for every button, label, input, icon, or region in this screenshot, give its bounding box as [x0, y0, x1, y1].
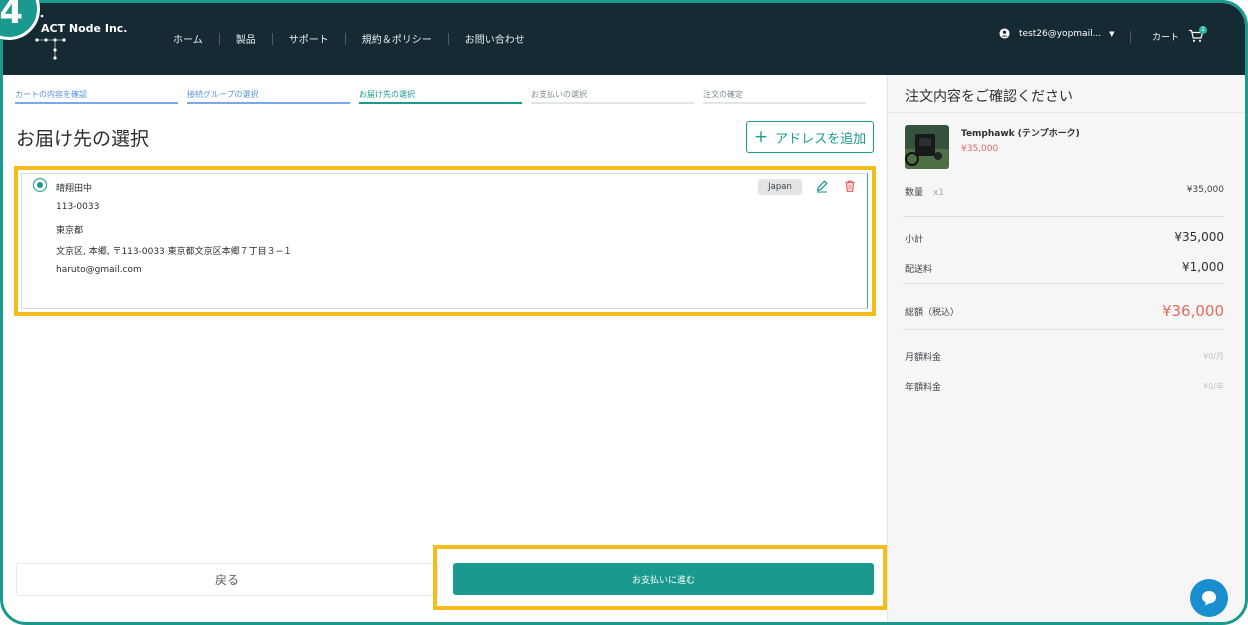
step-label: お支払いの選択 — [531, 90, 587, 99]
chat-icon — [1202, 591, 1216, 606]
app-window: ACT Node Inc. ホーム 製品 サポート 規約＆ポリシー お問い合わせ… — [0, 0, 1248, 625]
subtotal-label: 小計 — [905, 235, 924, 245]
proceed-to-payment-button[interactable]: お支払いに進む — [453, 563, 874, 595]
step-payment: お支払いの選択 — [531, 89, 694, 104]
quantity-label: 数量 — [905, 188, 924, 198]
step-progress-bar — [359, 102, 522, 104]
nav-divider — [271, 32, 273, 45]
step-label: カートの内容を確認 — [15, 90, 87, 99]
chat-button[interactable] — [1190, 579, 1228, 617]
shipping-label: 配送料 — [905, 265, 933, 275]
user-menu[interactable]: test26@yopmail... ▼ — [999, 28, 1115, 39]
address-radio[interactable] — [33, 178, 47, 192]
address-email: haruto@gmail.com — [56, 265, 142, 275]
address-street: 文京区, 本郷, 〒113-0033 東京都文京区本郷７丁目３−１ — [56, 247, 293, 257]
step-connection-group[interactable]: 接続グループの選択 — [187, 89, 350, 104]
company-logo[interactable]: ACT Node Inc. — [33, 13, 143, 63]
address-prefecture: 東京都 — [56, 226, 84, 236]
summary-divider — [888, 112, 1245, 113]
logo-network-icon — [35, 14, 66, 60]
top-header: ACT Node Inc. ホーム 製品 サポート 規約＆ポリシー お問い合わせ… — [3, 3, 1245, 75]
total-label: 総額（税込） — [905, 308, 960, 318]
address-card[interactable]: 晴翔田中 113-0033 東京都 文京区, 本郷, 〒113-0033 東京都… — [21, 173, 868, 309]
product-name: Temphawk (テンプホーク) — [961, 129, 1080, 139]
address-postal: 113-0033 — [56, 202, 100, 212]
main-nav: ホーム 製品 サポート 規約＆ポリシー お問い合わせ — [173, 31, 525, 46]
product-photo — [905, 125, 949, 169]
nav-terms[interactable]: 規約＆ポリシー — [362, 31, 432, 46]
cart-link[interactable]: カート — [1152, 29, 1204, 43]
subtotal-value: ¥35,000 — [1174, 230, 1224, 244]
nav-products[interactable]: 製品 — [236, 31, 256, 46]
address-name: 晴翔田中 — [56, 184, 93, 194]
nav-divider — [218, 32, 220, 45]
step-label: 注文の確定 — [703, 90, 743, 99]
step-label: お届け先の選択 — [359, 90, 415, 99]
pencil-icon[interactable] — [815, 179, 829, 193]
summary-divider — [903, 216, 1224, 217]
step-cart-confirm[interactable]: カートの内容を確認 — [15, 89, 178, 104]
back-button[interactable]: 戻る — [16, 563, 438, 596]
monthly-fee-value: ¥0/月 — [1203, 352, 1224, 361]
trash-icon[interactable] — [843, 179, 857, 193]
logo-text: ACT Node Inc. — [41, 22, 128, 35]
summary-divider — [903, 283, 1224, 284]
chevron-down-icon: ▼ — [1109, 29, 1115, 38]
header-divider — [1130, 31, 1131, 43]
quantity-value: x1 — [933, 188, 945, 198]
step-delivery-address[interactable]: お届け先の選択 — [359, 89, 522, 104]
nav-divider — [344, 32, 346, 45]
nav-contact[interactable]: お問い合わせ — [465, 31, 525, 46]
quantity-price: ¥35,000 — [1186, 185, 1224, 195]
plus-icon: + — [753, 127, 769, 147]
add-address-button[interactable]: + アドレスを追加 — [746, 121, 874, 153]
step-progress-bar — [15, 102, 178, 104]
shipping-value: ¥1,000 — [1182, 260, 1224, 274]
cart-label: カート — [1152, 32, 1180, 43]
total-value: ¥36,000 — [1161, 302, 1224, 320]
quantity-row: 数量 x1 — [905, 185, 944, 198]
add-address-label: アドレスを追加 — [775, 131, 867, 147]
step-order-confirm: 注文の確定 — [703, 89, 866, 104]
product-image — [905, 125, 949, 169]
cart-count-badge: 1 — [1199, 26, 1207, 34]
summary-title: 注文内容をご確認ください — [905, 89, 1073, 105]
summary-divider — [903, 329, 1224, 330]
user-email: test26@yopmail... — [1019, 28, 1102, 39]
page-title: お届け先の選択 — [16, 128, 150, 150]
yearly-fee-label: 年額料金 — [905, 383, 942, 393]
step-progress-bar — [187, 102, 350, 104]
user-circle-icon — [999, 28, 1010, 39]
nav-support[interactable]: サポート — [289, 31, 329, 46]
step-label: 接続グループの選択 — [187, 90, 259, 99]
yearly-fee-value: ¥0/年 — [1203, 382, 1224, 391]
step-progress-bar — [531, 102, 694, 104]
step-progress-bar — [703, 102, 866, 104]
nav-divider — [447, 32, 449, 45]
order-summary-panel: 注文内容をご確認ください Temphawk (テンプホーク) ¥35,000 数… — [887, 75, 1245, 622]
country-badge: Japan — [758, 179, 802, 195]
nav-home[interactable]: ホーム — [173, 31, 203, 46]
product-price: ¥35,000 — [961, 144, 999, 154]
monthly-fee-label: 月額料金 — [905, 353, 942, 363]
